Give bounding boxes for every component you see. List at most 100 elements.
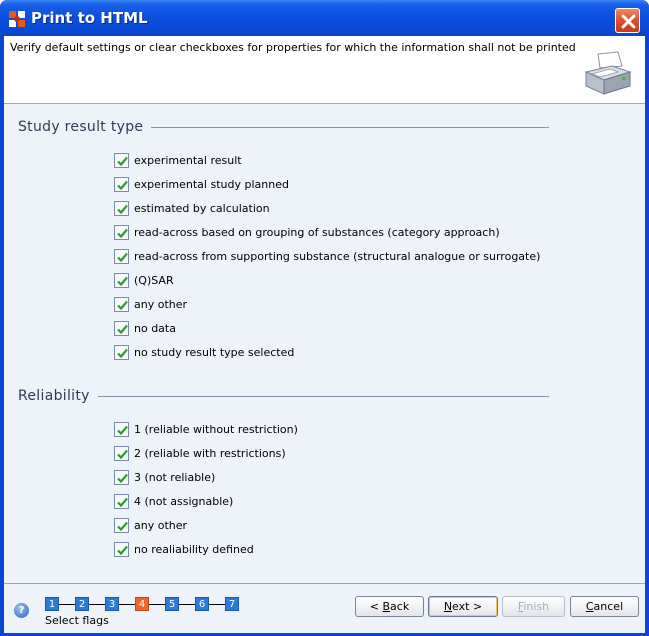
checkbox-row[interactable]: no study result type selected: [114, 343, 294, 361]
checkbox-row[interactable]: experimental result: [114, 151, 242, 169]
section-title-reliability: Reliability: [18, 388, 98, 404]
wizard-step: 7: [225, 597, 239, 611]
checkbox-row[interactable]: any other: [114, 295, 187, 313]
step-connector: [149, 603, 165, 605]
wizard-step: 2: [75, 597, 89, 611]
close-icon: [621, 14, 636, 29]
checkbox[interactable]: [114, 224, 129, 240]
checkbox-row[interactable]: 2 (reliable with restrictions): [114, 444, 286, 462]
checkbox-label: any other: [134, 297, 188, 311]
wizard-step-current: 4: [135, 597, 149, 611]
back-button-mnemonic: B: [382, 600, 391, 613]
next-button-rest: ext >: [452, 600, 483, 613]
checkmark-icon: [117, 180, 128, 190]
checkbox-row[interactable]: (Q)SAR: [114, 271, 174, 289]
checkbox-label: estimated by calculation: [134, 201, 270, 215]
help-icon[interactable]: ?: [14, 603, 29, 618]
instruction-text: Verify default settings or clear checkbo…: [10, 41, 576, 54]
checkbox-label: no data: [134, 321, 176, 335]
checkbox[interactable]: [114, 320, 129, 336]
checkbox[interactable]: [114, 296, 129, 312]
checkbox[interactable]: [114, 469, 129, 485]
finish-button[interactable]: Finish: [502, 596, 565, 617]
checkbox[interactable]: [114, 248, 129, 264]
checkbox-row[interactable]: no realiability defined: [114, 540, 254, 558]
checkbox[interactable]: [114, 445, 129, 461]
checkmark-icon: [117, 449, 128, 459]
checkbox[interactable]: [114, 152, 129, 168]
wizard-step-label: Select flags: [45, 614, 109, 627]
checkbox[interactable]: [114, 541, 129, 557]
step-connector: [119, 603, 135, 605]
checkmark-icon: [117, 156, 128, 166]
header-panel: Verify default settings or clear checkbo…: [4, 36, 645, 104]
print-to-html-dialog: Print to HTML Verify default settings or…: [0, 0, 649, 636]
section-title-study-result-type: Study result type: [18, 119, 152, 135]
wizard-step: 1: [45, 597, 59, 611]
checkbox-row[interactable]: any other: [114, 516, 187, 534]
checkbox-label: experimental study planned: [134, 177, 289, 191]
checkbox[interactable]: [114, 272, 129, 288]
title-bar[interactable]: Print to HTML: [0, 0, 649, 37]
cancel-button[interactable]: Cancel: [570, 596, 639, 617]
checkbox-label: 4 (not assignable): [134, 494, 234, 508]
checkbox-row[interactable]: experimental study planned: [114, 175, 289, 193]
back-button[interactable]: < Back: [355, 596, 424, 617]
checkbox-row[interactable]: no data: [114, 319, 176, 337]
checkmark-icon: [117, 300, 128, 310]
window-title: Print to HTML: [31, 9, 148, 27]
checkbox[interactable]: [114, 176, 129, 192]
checkbox-row[interactable]: read-across based on grouping of substan…: [114, 223, 500, 241]
wizard-steps: 1 2 3 4 5 6 7: [45, 597, 239, 611]
checkbox-label: experimental result: [134, 153, 242, 167]
printer-icon: [584, 51, 632, 95]
checkbox-label: 1 (reliable without restriction): [134, 422, 298, 436]
close-button[interactable]: [615, 8, 640, 33]
checkbox-row[interactable]: 3 (not reliable): [114, 468, 215, 486]
checkmark-icon: [117, 252, 128, 262]
checkmark-icon: [117, 545, 128, 555]
checkmark-icon: [117, 348, 128, 358]
checkbox-label: read-across from supporting substance (s…: [134, 249, 541, 263]
checkbox-row[interactable]: read-across from supporting substance (s…: [114, 247, 540, 265]
checkbox-label: read-across based on grouping of substan…: [134, 225, 500, 239]
step-connector: [89, 603, 105, 605]
checkmark-icon: [117, 497, 128, 507]
checkbox-label: any other: [134, 518, 188, 532]
checkmark-icon: [117, 276, 128, 286]
checkmark-icon: [117, 228, 128, 238]
cancel-button-rest: ancel: [593, 600, 624, 613]
back-button-rest: ack: [390, 600, 410, 613]
checkbox-label: no realiability defined: [134, 542, 254, 556]
checkbox[interactable]: [114, 493, 129, 509]
checkbox[interactable]: [114, 200, 129, 216]
step-connector: [209, 603, 225, 605]
step-connector: [59, 603, 75, 605]
dialog-content: Verify default settings or clear checkbo…: [4, 36, 645, 633]
wizard-step: 5: [165, 597, 179, 611]
checkbox[interactable]: [114, 421, 129, 437]
cancel-button-mnemonic: C: [585, 600, 594, 613]
next-button[interactable]: Next >: [428, 596, 498, 617]
footer-divider: [4, 583, 645, 584]
checkbox[interactable]: [114, 517, 129, 533]
checkmark-icon: [117, 425, 128, 435]
app-logo-icon: [9, 11, 25, 27]
checkbox-label: (Q)SAR: [134, 273, 174, 287]
checkbox-row[interactable]: 1 (reliable without restriction): [114, 420, 298, 438]
finish-button-rest: inish: [523, 600, 550, 613]
checkbox-row[interactable]: estimated by calculation: [114, 199, 270, 217]
back-button-prefix: <: [369, 600, 383, 613]
checkmark-icon: [117, 204, 128, 214]
wizard-step: 3: [105, 597, 119, 611]
next-button-mnemonic: N: [443, 600, 453, 613]
checkbox-label: 3 (not reliable): [134, 470, 216, 484]
wizard-step: 6: [195, 597, 209, 611]
checkbox-label: no study result type selected: [134, 345, 295, 359]
checkmark-icon: [117, 324, 128, 334]
checkmark-icon: [117, 521, 128, 531]
checkmark-icon: [117, 473, 128, 483]
step-connector: [179, 603, 195, 605]
checkbox[interactable]: [114, 344, 129, 360]
checkbox-row[interactable]: 4 (not assignable): [114, 492, 233, 510]
